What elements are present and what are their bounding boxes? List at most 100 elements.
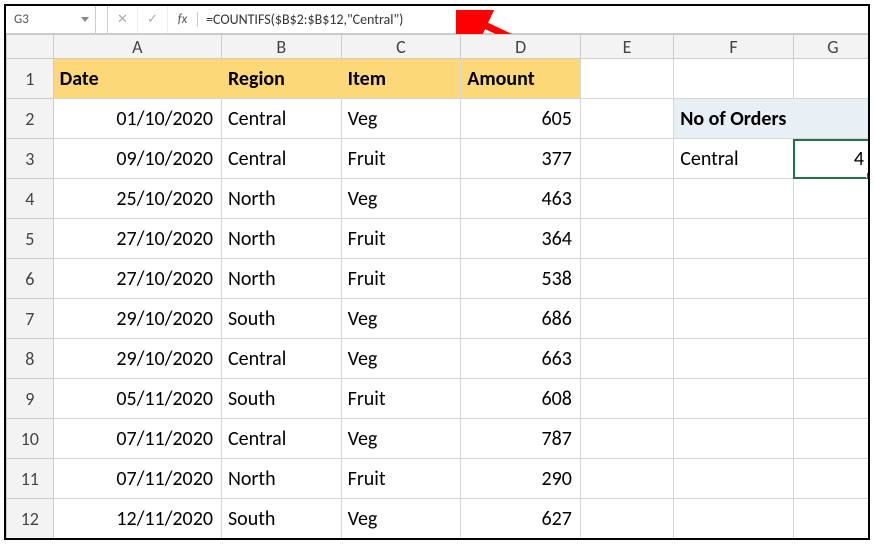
cell-C12[interactable]: Veg [341,499,461,539]
cell-E7[interactable] [580,299,673,339]
cell-F9[interactable] [674,379,794,419]
cell-D5[interactable]: 364 [461,219,581,259]
cell-C8[interactable]: Veg [341,339,461,379]
cell-C3[interactable]: Fruit [341,139,461,179]
cell-E2[interactable] [580,99,673,139]
cell-A9[interactable]: 05/11/2020 [53,379,221,419]
row-head-8[interactable]: 8 [7,339,54,379]
cell-D7[interactable]: 686 [461,299,581,339]
cell-C9[interactable]: Fruit [341,379,461,419]
cell-G10[interactable] [793,419,868,459]
cell-G1[interactable] [793,59,868,99]
cell-E12[interactable] [580,499,673,539]
cell-E4[interactable] [580,179,673,219]
cell-A8[interactable]: 29/10/2020 [53,339,221,379]
cell-F5[interactable] [674,219,794,259]
col-head-G[interactable]: G [793,35,868,59]
cell-G3[interactable]: 4 [793,139,868,179]
cell-B5[interactable]: North [221,219,341,259]
row-head-3[interactable]: 3 [7,139,54,179]
cell-B3[interactable]: Central [221,139,341,179]
cell-G6[interactable] [793,259,868,299]
cell-E10[interactable] [580,419,673,459]
cell-C2[interactable]: Veg [341,99,461,139]
cell-C10[interactable]: Veg [341,419,461,459]
cell-G12[interactable] [793,499,868,539]
cell-E3[interactable] [580,139,673,179]
cell-B7[interactable]: South [221,299,341,339]
cell-A4[interactable]: 25/10/2020 [53,179,221,219]
cell-D10[interactable]: 787 [461,419,581,459]
row-head-9[interactable]: 9 [7,379,54,419]
col-head-E[interactable]: E [580,35,673,59]
formula-confirm-icon[interactable]: ✓ [138,6,168,33]
cell-C4[interactable]: Veg [341,179,461,219]
cell-B1[interactable]: Region [221,59,341,99]
cell-B9[interactable]: South [221,379,341,419]
cell-D2[interactable]: 605 [461,99,581,139]
cell-F8[interactable] [674,339,794,379]
cell-D12[interactable]: 627 [461,499,581,539]
row-head-12[interactable]: 12 [7,499,54,539]
col-head-C[interactable]: C [341,35,461,59]
cell-B6[interactable]: North [221,259,341,299]
cell-B11[interactable]: North [221,459,341,499]
cell-F7[interactable] [674,299,794,339]
cell-B2[interactable]: Central [221,99,341,139]
cell-F3[interactable]: Central [674,139,794,179]
cell-A12[interactable]: 12/11/2020 [53,499,221,539]
cell-C5[interactable]: Fruit [341,219,461,259]
cell-D11[interactable]: 290 [461,459,581,499]
cell-E8[interactable] [580,339,673,379]
row-head-1[interactable]: 1 [7,59,54,99]
row-head-11[interactable]: 11 [7,459,54,499]
cell-A3[interactable]: 09/10/2020 [53,139,221,179]
cell-B4[interactable]: North [221,179,341,219]
cell-E1[interactable] [580,59,673,99]
name-box[interactable]: G3 [6,6,96,33]
select-all-corner[interactable] [7,35,54,59]
row-head-6[interactable]: 6 [7,259,54,299]
cell-D3[interactable]: 377 [461,139,581,179]
cell-A10[interactable]: 07/11/2020 [53,419,221,459]
cell-G7[interactable] [793,299,868,339]
cell-F11[interactable] [674,459,794,499]
cell-D6[interactable]: 538 [461,259,581,299]
cell-F6[interactable] [674,259,794,299]
cell-E9[interactable] [580,379,673,419]
cell-F1[interactable] [674,59,794,99]
cell-C1[interactable]: Item [341,59,461,99]
cell-B10[interactable]: Central [221,419,341,459]
cell-G9[interactable] [793,379,868,419]
cell-F12[interactable] [674,499,794,539]
cell-B8[interactable]: Central [221,339,341,379]
cell-G8[interactable] [793,339,868,379]
cell-F4[interactable] [674,179,794,219]
cell-B12[interactable]: South [221,499,341,539]
formula-cancel-icon[interactable]: ✕ [108,6,138,33]
cell-A1[interactable]: Date [53,59,221,99]
col-head-A[interactable]: A [53,35,221,59]
cell-G5[interactable] [793,219,868,259]
formula-input[interactable]: =COUNTIFS($B$2:$B$12,"Central") [198,6,868,33]
row-head-7[interactable]: 7 [7,299,54,339]
cell-A7[interactable]: 29/10/2020 [53,299,221,339]
row-head-5[interactable]: 5 [7,219,54,259]
cell-G4[interactable] [793,179,868,219]
cell-C11[interactable]: Fruit [341,459,461,499]
row-head-2[interactable]: 2 [7,99,54,139]
cell-A6[interactable]: 27/10/2020 [53,259,221,299]
row-head-4[interactable]: 4 [7,179,54,219]
cell-E11[interactable] [580,459,673,499]
cell-E6[interactable] [580,259,673,299]
cell-E5[interactable] [580,219,673,259]
cell-F10[interactable] [674,419,794,459]
cell-D8[interactable]: 663 [461,339,581,379]
col-head-D[interactable]: D [461,35,581,59]
cell-A2[interactable]: 01/10/2020 [53,99,221,139]
row-head-10[interactable]: 10 [7,419,54,459]
cell-D1[interactable]: Amount [461,59,581,99]
cell-D4[interactable]: 463 [461,179,581,219]
fx-icon[interactable]: fx [168,12,198,27]
col-head-B[interactable]: B [221,35,341,59]
